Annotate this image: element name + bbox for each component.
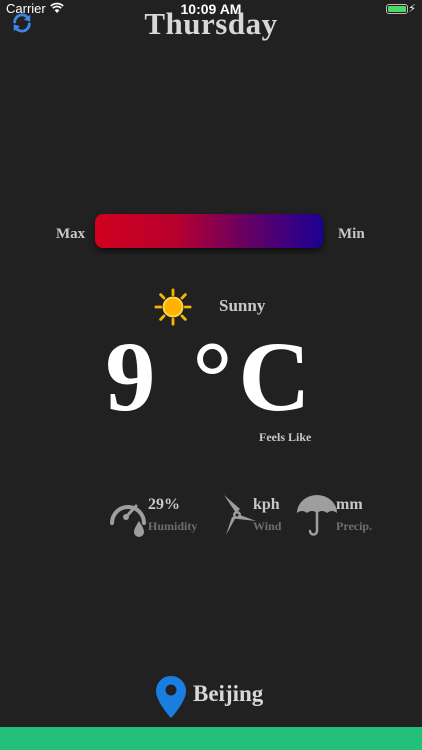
min-label: Min [338,226,365,242]
wind-turbine-icon [224,495,256,535]
max-label: Max [56,226,86,242]
bottom-bar [0,727,422,750]
temperature-gradient-bar [95,214,323,248]
precip-stat: mm Precip. [295,493,385,539]
precip-label: Precip. [336,519,373,533]
temperature-range: Max Min [0,214,422,248]
condition-label: Sunny [219,296,266,315]
humidity-stat: 29% Humidity [106,493,206,539]
location-pin-icon [156,676,186,718]
wind-value: kph [253,496,280,513]
humidity-label: Humidity [148,519,198,533]
umbrella-icon [297,495,337,536]
humidity-gauge-icon [110,504,146,537]
humidity-value: 29% [148,496,180,513]
day-title: Thursday [144,6,278,41]
wind-label: Wind [253,519,282,533]
current-temperature: 9 °C [105,321,317,432]
precip-value: mm [336,496,363,513]
wind-stat: kph Wind [218,493,288,539]
city-name: Beijing [193,681,264,706]
feels-like-label: Feels Like [259,430,312,444]
